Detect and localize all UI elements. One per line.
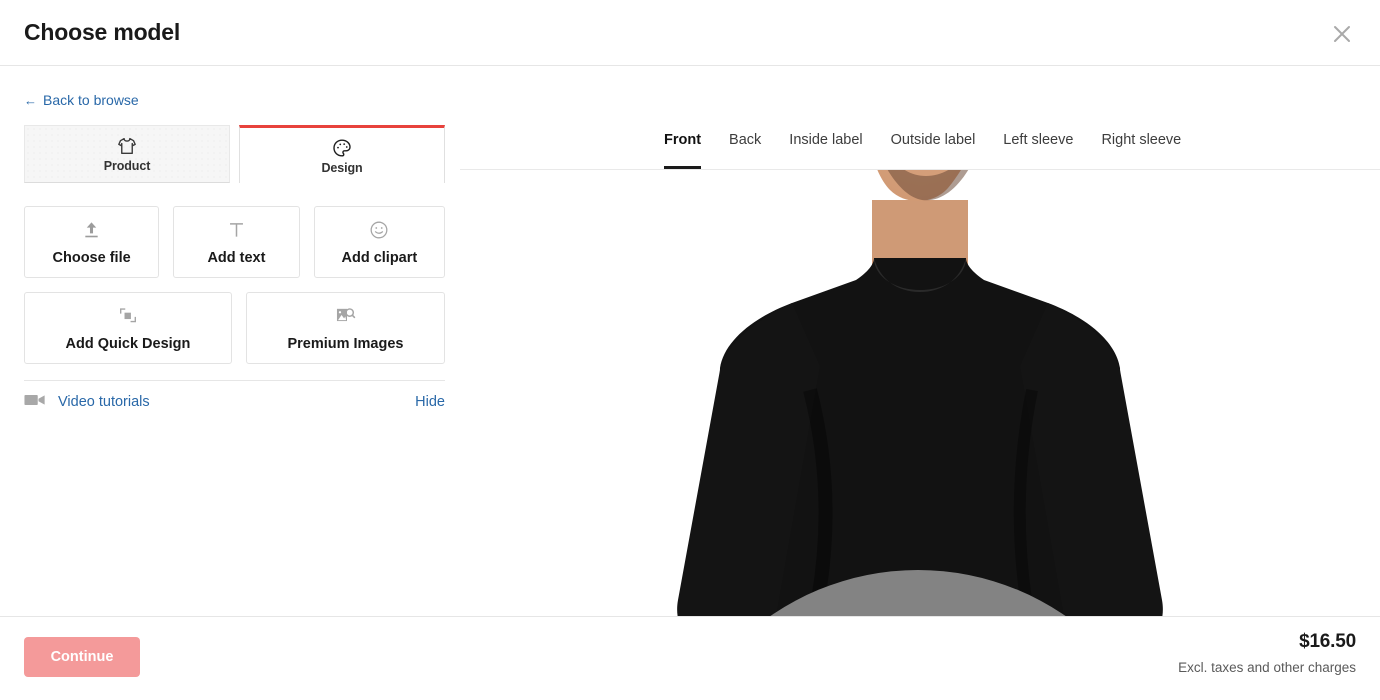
product-mockup[interactable]: DROP [460,170,1380,616]
price-note: Excl. taxes and other charges [1178,660,1356,675]
add-text-button[interactable]: Add text [173,206,300,278]
choose-file-label: Choose file [52,249,131,266]
view-tab-bar: Front Back Inside label Outside label Le… [460,120,1380,170]
modal-header: Choose model [0,0,1380,66]
page-title: Choose model [24,19,181,45]
preview-panel: Front Back Inside label Outside label Le… [460,66,1380,616]
add-quick-design-label: Add Quick Design [65,335,191,352]
view-tab-outside-label[interactable]: Outside label [877,120,990,169]
palette-icon [332,137,352,159]
video-tutorials-label: Video tutorials [58,394,150,410]
continue-button[interactable]: Continue [24,637,140,677]
arrow-left-icon: ← [24,92,37,108]
design-sidebar: ← Back to browse Product Design Choose f… [0,66,460,616]
design-actions-row-1: Choose file Add text Add clipart [24,206,446,278]
view-tab-back[interactable]: Back [715,120,775,169]
view-tab-right-sleeve[interactable]: Right sleeve [1087,120,1195,169]
video-camera-icon [24,393,46,412]
premium-images-label: Premium Images [287,335,404,352]
choose-model-modal: Choose model ← Back to browse Product De… [0,0,1380,700]
design-actions-row-2: Add Quick Design Premium Images [24,292,445,364]
back-to-browse-label: Back to browse [43,92,139,108]
quick-design-icon [117,305,139,327]
premium-images-icon [334,305,356,327]
add-clipart-button[interactable]: Add clipart [313,206,446,278]
video-tutorials-link[interactable]: Video tutorials [24,393,150,412]
text-icon [227,219,246,241]
video-tutorials-row: Video tutorials Hide [24,388,445,416]
view-tab-left-sleeve[interactable]: Left sleeve [989,120,1087,169]
design-actions: Choose file Add text Add clipart Add Qui… [24,206,446,378]
smiley-icon [369,219,389,241]
modal-footer: Continue $16.50 Excl. taxes and other ch… [0,616,1380,700]
mode-tab-bar: Product Design [24,125,445,183]
add-text-label: Add text [207,249,266,266]
price-value: $16.50 [1299,631,1356,652]
choose-file-button[interactable]: Choose file [24,206,160,278]
tutorials-divider [24,380,445,381]
hide-tutorials-button[interactable]: Hide [415,394,445,410]
mode-tab-product-label: Product [103,159,151,173]
price-summary: $16.50 Excl. taxes and other charges [1178,631,1356,675]
back-to-browse-link[interactable]: ← Back to browse [24,92,139,108]
add-quick-design-button[interactable]: Add Quick Design [24,292,232,364]
add-clipart-label: Add clipart [341,249,418,266]
tshirt-icon [117,135,137,157]
view-tab-front[interactable]: Front [650,120,715,169]
mode-tab-design[interactable]: Design [239,125,445,183]
upload-icon [82,219,101,241]
mode-tab-design-label: Design [321,160,363,175]
mode-tab-product[interactable]: Product [24,125,230,183]
close-icon[interactable] [1326,18,1358,50]
premium-images-button[interactable]: Premium Images [245,292,445,364]
view-tab-inside-label[interactable]: Inside label [775,120,876,169]
